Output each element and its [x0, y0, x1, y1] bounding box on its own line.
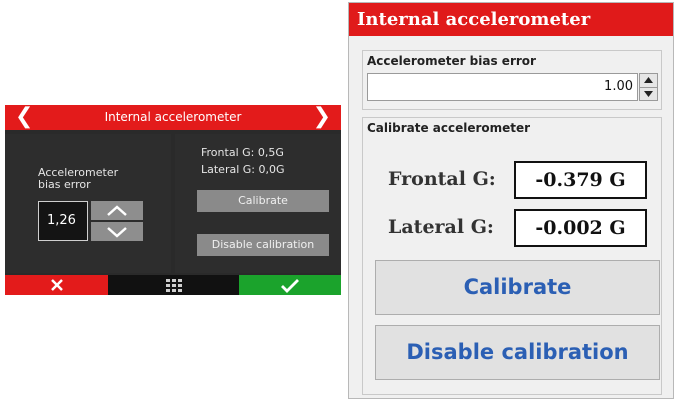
confirm-button[interactable]	[239, 275, 341, 295]
cancel-button[interactable]	[5, 275, 108, 295]
increment-button[interactable]	[91, 201, 143, 220]
accelerometer-window: Internal accelerometer Accelerometer bia…	[348, 2, 674, 399]
calibrate-group: Calibrate accelerometer Frontal G: -0.37…	[362, 117, 662, 395]
bias-label-line2: bias error	[38, 178, 91, 191]
bias-label: Accelerometer bias error	[38, 167, 158, 191]
menu-button[interactable]	[108, 275, 239, 295]
disable-calibration-button[interactable]: Disable calibration	[197, 234, 329, 256]
spin-down-button[interactable]	[640, 87, 657, 101]
lateral-g-label: Lateral G:	[388, 216, 494, 238]
frontal-g-value: -0.379 G	[514, 161, 647, 199]
calibrate-group-title: Calibrate accelerometer	[367, 121, 531, 135]
disable-calibration-button[interactable]: Disable calibration	[375, 325, 660, 380]
bias-value-field[interactable]: 1,26	[38, 201, 88, 241]
window-title: Internal accelerometer	[349, 3, 673, 36]
triangle-up-icon	[644, 77, 653, 83]
bias-pane: Accelerometer bias error 1,26	[5, 134, 171, 273]
grid-menu-icon	[166, 279, 182, 292]
device-title: Internal accelerometer	[104, 110, 242, 124]
spin-up-button[interactable]	[640, 74, 657, 87]
bias-group-title: Accelerometer bias error	[367, 54, 536, 68]
frontal-g-readout: Frontal G: 0,5G	[201, 146, 284, 159]
lateral-g-readout: Lateral G: 0,0G	[201, 163, 285, 176]
decrement-button[interactable]	[91, 222, 143, 241]
triangle-down-icon	[644, 91, 653, 97]
lateral-g-value: -0.002 G	[514, 209, 647, 247]
close-icon	[51, 279, 63, 291]
chevron-down-icon	[107, 227, 127, 238]
device-footer	[5, 275, 341, 295]
device-header: ❮ Internal accelerometer ❯	[5, 104, 341, 130]
chevron-right-icon[interactable]: ❯	[313, 104, 331, 129]
checkmark-icon	[281, 279, 299, 293]
frontal-g-label: Frontal G:	[388, 168, 496, 190]
chevron-up-icon	[107, 205, 127, 216]
bias-spinner[interactable]	[639, 73, 658, 101]
calibration-pane: Frontal G: 0,5G Lateral G: 0,0G Calibrat…	[175, 134, 341, 273]
calibrate-button[interactable]: Calibrate	[197, 190, 329, 212]
bias-group: Accelerometer bias error 1.00	[362, 50, 662, 110]
bias-input[interactable]: 1.00	[367, 73, 638, 101]
calibrate-button[interactable]: Calibrate	[375, 260, 660, 315]
device-screen: ❮ Internal accelerometer ❯ Accelerometer…	[5, 104, 341, 295]
